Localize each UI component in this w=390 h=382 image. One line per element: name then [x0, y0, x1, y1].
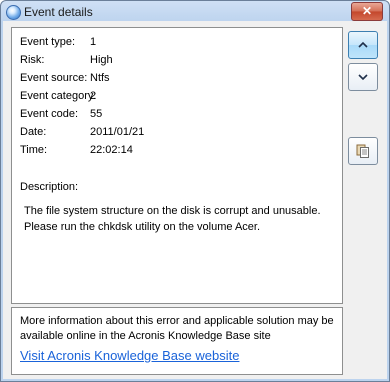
- title-bar[interactable]: Event details ✕: [1, 1, 389, 23]
- event-type-value: 1: [90, 36, 97, 48]
- knowledge-base-link[interactable]: Visit Acronis Knowledge Base website: [20, 348, 239, 363]
- details-panel: Event type: 1 Risk: High Event source: N…: [11, 27, 343, 304]
- description-text: The file system structure on the disk is…: [24, 205, 321, 233]
- event-source-label: Event source:: [20, 72, 88, 84]
- info-text: More information about this error and ap…: [20, 315, 334, 342]
- copy-to-clipboard-button[interactable]: [348, 137, 378, 165]
- date-value: 2011/01/21: [90, 126, 145, 138]
- description-label: Description:: [20, 181, 79, 193]
- event-type-label: Event type:: [20, 36, 76, 48]
- time-value: 22:02:14: [90, 144, 133, 156]
- knowledge-base-panel: More information about this error and ap…: [11, 307, 343, 375]
- dialog-body: Event type: 1 Risk: High Event source: N…: [3, 21, 387, 379]
- date-label: Date:: [20, 126, 47, 138]
- window-title: Event details: [24, 5, 93, 19]
- time-label: Time:: [20, 144, 48, 156]
- close-button[interactable]: ✕: [351, 2, 383, 21]
- event-source-value: Ntfs: [90, 72, 110, 84]
- event-code-value: 55: [90, 108, 103, 120]
- copy-to-clipboard-icon: [356, 144, 369, 158]
- risk-label: Risk:: [20, 54, 45, 66]
- event-category-value: 2: [90, 90, 97, 102]
- chevron-down-icon: [358, 74, 368, 81]
- app-icon: [6, 5, 21, 20]
- event-category-label: Event category:: [20, 90, 97, 102]
- risk-value: High: [90, 54, 113, 66]
- event-details-window: Event details ✕ Event type: 1 Risk: High…: [0, 0, 390, 382]
- previous-event-button[interactable]: [348, 31, 378, 59]
- event-code-label: Event code:: [20, 108, 79, 120]
- next-event-button[interactable]: [348, 63, 378, 91]
- chevron-up-icon: [358, 41, 368, 48]
